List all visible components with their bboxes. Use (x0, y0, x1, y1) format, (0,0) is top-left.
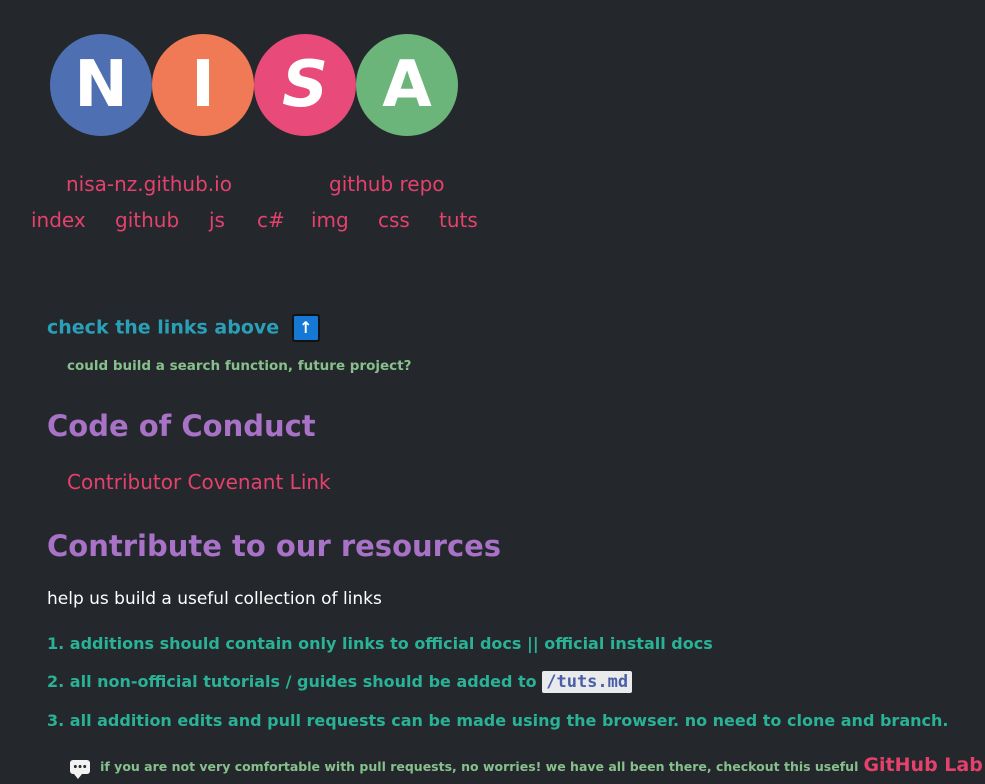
contribute-intro: help us build a useful collection of lin… (47, 589, 382, 609)
logo-letter-s: S (254, 34, 356, 136)
search-note: could build a search function, future pr… (67, 358, 412, 374)
github-lab-link[interactable]: GitHub Lab Link (863, 754, 985, 776)
tuts-md-code: /tuts.md (542, 671, 633, 693)
nav-link-github[interactable]: github (115, 208, 179, 232)
contribute-heading: Contribute to our resources (47, 529, 502, 563)
page: N I S A nisa-nz.github.io github repo in… (0, 0, 985, 784)
contribute-item-2-text: 2. all non-official tutorials / guides s… (47, 672, 537, 691)
contribute-item-3: 3. all addition edits and pull requests … (47, 711, 949, 730)
up-arrow-icon: ↑ (291, 314, 320, 342)
check-links-text: check the links above (47, 316, 280, 339)
speech-bubble-icon (70, 759, 90, 779)
nav-link-tuts[interactable]: tuts (439, 208, 478, 232)
contributor-covenant-link[interactable]: Contributor Covenant Link (67, 470, 331, 494)
nav-link-csharp[interactable]: c# (257, 208, 285, 232)
nav-link-img[interactable]: img (311, 208, 349, 232)
repo-link[interactable]: github repo (329, 172, 445, 196)
nav-link-js[interactable]: js (209, 208, 225, 232)
contribute-item-1: 1. additions should contain only links t… (47, 634, 713, 653)
site-link[interactable]: nisa-nz.github.io (66, 172, 232, 196)
pull-request-note: if you are not very comfortable with pul… (70, 754, 985, 779)
pull-request-note-text: if you are not very comfortable with pul… (100, 759, 859, 774)
nav-link-css[interactable]: css (378, 208, 410, 232)
conduct-heading: Code of Conduct (47, 409, 316, 443)
nav-link-index[interactable]: index (31, 208, 86, 232)
contribute-item-2: 2. all non-official tutorials / guides s… (47, 671, 633, 693)
logo-letter-n: N (50, 34, 152, 136)
logo-letter-i: I (152, 34, 254, 136)
logo-letter-a: A (356, 34, 458, 136)
check-links-heading: check the links above ↑ (47, 314, 320, 342)
